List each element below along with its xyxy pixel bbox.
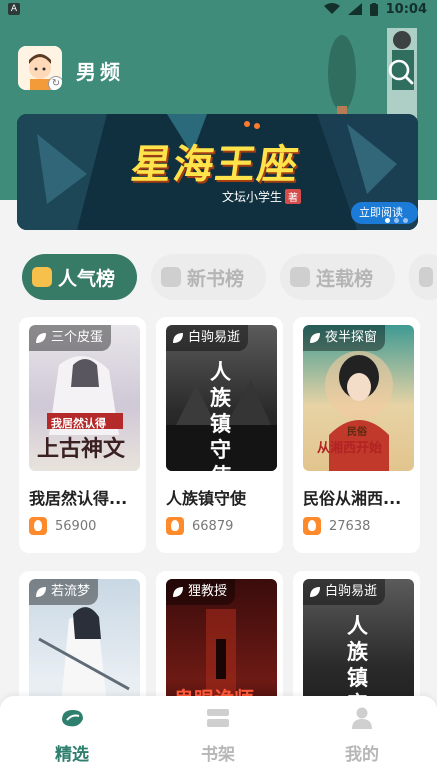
cover-title: 人族镇守使 — [210, 359, 231, 471]
book-icon — [161, 267, 181, 287]
search-icon[interactable] — [387, 58, 415, 86]
cover-subtitle: 民俗 — [347, 427, 367, 438]
book-card[interactable]: 人族镇守 白驹易逝 — [293, 571, 420, 711]
banner-author-tag: 著 — [285, 189, 302, 204]
cover-title: 从湘西开始 — [317, 441, 383, 456]
book-author: 白驹易逝 — [188, 330, 241, 345]
book-author-tag: 白驹易逝 — [166, 325, 249, 351]
banner-title: 星海王座 — [128, 141, 303, 188]
book-cover[interactable]: 人族镇守使 白驹易逝 — [166, 325, 277, 471]
book-popularity: 66879 — [166, 517, 233, 535]
nav-label: 书架 — [201, 745, 235, 765]
fire-icon — [166, 517, 184, 535]
leaf-icon — [310, 587, 320, 597]
fire-icon — [303, 517, 321, 535]
banner-dot[interactable] — [403, 218, 408, 223]
tab-serialized[interactable]: 连载榜 — [280, 254, 395, 300]
cover-title: 上古神文 — [37, 436, 126, 462]
switch-channel-icon[interactable]: ↻ — [48, 76, 62, 90]
tab-label: 新书榜 — [187, 267, 245, 290]
popularity-count: 27638 — [329, 518, 371, 534]
book-card[interactable]: 若流梦 — [19, 571, 146, 711]
header-illustration — [328, 28, 417, 118]
rank-tabs: 人气榜 新书榜 连载榜 — [22, 254, 437, 300]
nav-bookshelf[interactable]: 书架 — [178, 706, 258, 765]
tab-new-books[interactable]: 新书榜 — [151, 254, 266, 300]
nav-featured[interactable]: 精选 — [32, 706, 112, 765]
book-cover[interactable]: 我居然认得 上古神文 三个皮蛋 — [29, 325, 140, 471]
leaf-icon — [173, 587, 183, 597]
battery-icon — [369, 2, 378, 16]
book-cover[interactable]: 民俗 从湘西开始 夜半探窗 — [303, 325, 414, 471]
banner-author-name: 文坛小学生 — [222, 190, 283, 204]
banner-pagination — [385, 218, 408, 223]
page-title[interactable]: 男频 — [76, 56, 124, 85]
book-author: 狸教授 — [188, 584, 228, 599]
banner-dot-active[interactable] — [385, 218, 390, 223]
popularity-count: 66879 — [192, 518, 234, 534]
status-bar: A 10:04 — [0, 0, 437, 18]
tab-label: 人气榜 — [58, 267, 116, 290]
status-time: 10:04 — [385, 1, 427, 17]
check-icon — [290, 267, 310, 287]
book-card[interactable]: 鬼眼诡师 狸教授 — [156, 571, 283, 711]
profile-icon — [352, 707, 372, 729]
tab-popular[interactable]: 人气榜 — [22, 254, 137, 300]
nav-profile[interactable]: 我的 — [322, 706, 402, 765]
nav-label: 精选 — [55, 745, 89, 765]
banner-dot[interactable] — [394, 218, 399, 223]
fire-icon — [29, 517, 47, 535]
crown-icon — [32, 267, 52, 287]
book-author-tag: 夜半探窗 — [303, 325, 386, 351]
tab-more[interactable] — [409, 254, 437, 300]
leaf-icon — [36, 587, 46, 597]
nav-label: 我的 — [345, 745, 379, 765]
app-notification-icon: A — [8, 3, 20, 15]
book-card[interactable]: 民俗 从湘西开始 夜半探窗 民俗从湘西... 27638 — [293, 317, 420, 553]
tab-label: 连载榜 — [316, 267, 374, 290]
book-author: 若流梦 — [51, 584, 91, 599]
signal-icon — [347, 3, 362, 15]
book-card[interactable]: 我居然认得 上古神文 三个皮蛋 我居然认得... 56900 — [19, 317, 146, 553]
avatar[interactable]: ↻ — [18, 46, 62, 90]
bookshelf-icon — [207, 709, 229, 727]
cover-subtitle: 我居然认得 — [51, 417, 106, 430]
book-title: 民俗从湘西... — [303, 489, 402, 508]
popularity-count: 56900 — [55, 518, 97, 534]
book-author-tag: 若流梦 — [29, 579, 99, 605]
book-cover[interactable]: 人族镇守 白驹易逝 — [303, 579, 414, 711]
featured-icon — [62, 710, 83, 727]
book-author: 三个皮蛋 — [51, 330, 104, 345]
bottom-navigation: 精选 书架 我的 — [0, 696, 437, 776]
book-cover[interactable]: 若流梦 — [29, 579, 140, 711]
book-card[interactable]: 人族镇守使 白驹易逝 人族镇守使 66879 — [156, 317, 283, 553]
promo-banner[interactable]: 星海王座 文坛小学生著 立即阅读 ▸ — [17, 114, 418, 230]
book-author: 白驹易逝 — [325, 584, 378, 599]
banner-author: 文坛小学生著 — [222, 188, 302, 205]
book-popularity: 27638 — [303, 517, 370, 535]
book-title: 人族镇守使 — [166, 489, 247, 508]
book-cover[interactable]: 鬼眼诡师 狸教授 — [166, 579, 277, 711]
leaf-icon — [310, 333, 320, 343]
list-icon — [419, 267, 433, 287]
book-author-tag: 白驹易逝 — [303, 579, 386, 605]
book-author-tag: 狸教授 — [166, 579, 236, 605]
book-popularity: 56900 — [29, 517, 96, 535]
book-author: 夜半探窗 — [325, 330, 378, 345]
book-title: 我居然认得... — [29, 489, 128, 508]
leaf-icon — [36, 333, 46, 343]
leaf-icon — [173, 333, 183, 343]
book-author-tag: 三个皮蛋 — [29, 325, 112, 351]
wifi-icon — [323, 3, 340, 14]
